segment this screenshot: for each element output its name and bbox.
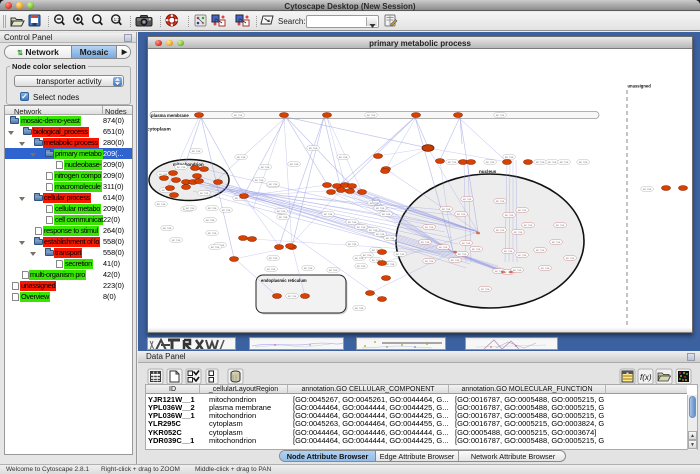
svg-text:an rna: an rna — [261, 165, 270, 169]
svg-text:an rna: an rna — [267, 267, 276, 271]
svg-text:1:1: 1:1 — [114, 17, 121, 22]
svg-text:an rna: an rna — [462, 241, 471, 245]
svg-text:an rna: an rna — [425, 225, 434, 229]
svg-text:an rna: an rna — [496, 228, 505, 232]
svg-text:an rna: an rna — [222, 208, 231, 212]
svg-text:an rna: an rna — [386, 262, 395, 266]
svg-text:nucleus: nucleus — [479, 169, 497, 174]
svg-text:an rna: an rna — [357, 264, 366, 268]
svg-text:an rna: an rna — [348, 242, 357, 246]
svg-text:an rna: an rna — [463, 197, 472, 201]
svg-text:an rna: an rna — [288, 294, 297, 298]
svg-text:an rna: an rna — [211, 245, 220, 249]
svg-text:an rna: an rna — [329, 268, 338, 272]
svg-text:an rna: an rna — [541, 266, 550, 270]
svg-text:an rna: an rna — [496, 199, 505, 203]
svg-text:an rna: an rna — [536, 160, 545, 164]
svg-text:an rna: an rna — [324, 212, 333, 216]
svg-text:an rna: an rna — [163, 226, 172, 230]
svg-text:an rna: an rna — [451, 258, 460, 262]
svg-text:an rna: an rna — [234, 113, 243, 117]
svg-text:an rna: an rna — [386, 236, 395, 240]
svg-text:an rna: an rna — [357, 225, 366, 229]
svg-text:an rna: an rna — [505, 155, 514, 159]
svg-text:an rna: an rna — [505, 213, 514, 217]
svg-text:an rna: an rna — [290, 162, 299, 166]
svg-text:an rna: an rna — [255, 178, 264, 182]
svg-text:an rna: an rna — [439, 245, 448, 249]
svg-text:an rna: an rna — [277, 209, 286, 213]
svg-text:an rna: an rna — [279, 215, 288, 219]
svg-text:an rna: an rna — [309, 146, 318, 150]
svg-text:an rna: an rna — [504, 249, 513, 253]
svg-text:an rna: an rna — [200, 191, 209, 195]
svg-text:an rna: an rna — [524, 223, 533, 227]
svg-text:an rna: an rna — [157, 202, 166, 206]
svg-text:an rna: an rna — [481, 287, 490, 291]
svg-text:an rna: an rna — [579, 160, 588, 164]
svg-text:an rna: an rna — [269, 256, 278, 260]
svg-text:an rna: an rna — [457, 212, 466, 216]
svg-text:unassigned: unassigned — [628, 84, 652, 89]
svg-text:an rna: an rna — [448, 160, 457, 164]
svg-text:an rna: an rna — [172, 238, 181, 242]
svg-text:an rna: an rna — [177, 165, 186, 169]
svg-text:an rna: an rna — [186, 206, 195, 210]
svg-text:an rna: an rna — [643, 187, 652, 191]
svg-text:an rna: an rna — [425, 259, 434, 263]
svg-text:an rna: an rna — [513, 268, 522, 272]
svg-text:an rna: an rna — [518, 253, 527, 257]
svg-text:an rna: an rna — [556, 223, 565, 227]
svg-text:an rna: an rna — [560, 160, 569, 164]
svg-text:an rna: an rna — [552, 240, 561, 244]
svg-text:an rna: an rna — [472, 247, 481, 251]
svg-text:an rna: an rna — [486, 160, 495, 164]
svg-text:an rna: an rna — [355, 306, 364, 310]
svg-text:an rna: an rna — [348, 220, 357, 224]
svg-text:an rna: an rna — [367, 113, 376, 117]
svg-text:an rna: an rna — [304, 266, 313, 270]
svg-text:an rna: an rna — [237, 155, 246, 159]
svg-text:an rna: an rna — [382, 212, 391, 216]
svg-text:an rna: an rna — [548, 160, 557, 164]
svg-text:an rna: an rna — [566, 256, 575, 260]
svg-text:an rna: an rna — [396, 252, 405, 256]
svg-text:an rna: an rna — [514, 230, 523, 234]
svg-text:an rna: an rna — [518, 208, 527, 212]
svg-text:plasma membrane: plasma membrane — [151, 113, 189, 118]
svg-text:an rna: an rna — [376, 232, 385, 236]
svg-text:an rna: an rna — [496, 113, 505, 117]
svg-text:an rna: an rna — [269, 182, 278, 186]
svg-text:an rna: an rna — [208, 231, 217, 235]
svg-text:cytoplasm: cytoplasm — [148, 127, 171, 133]
svg-text:an rna: an rna — [363, 253, 372, 257]
svg-text:an rna: an rna — [192, 149, 201, 153]
svg-text:an rna: an rna — [208, 206, 217, 210]
svg-text:an rna: an rna — [339, 155, 348, 159]
svg-text:an rna: an rna — [458, 252, 467, 256]
svg-text:an rna: an rna — [421, 240, 430, 244]
svg-text:an rna: an rna — [442, 207, 451, 211]
svg-text:endoplasmic reticulum: endoplasmic reticulum — [261, 278, 307, 283]
svg-text:an rna: an rna — [376, 206, 385, 210]
svg-text:an rna: an rna — [536, 248, 545, 252]
svg-text:f(x): f(x) — [640, 373, 652, 382]
svg-text:an rna: an rna — [206, 218, 215, 222]
